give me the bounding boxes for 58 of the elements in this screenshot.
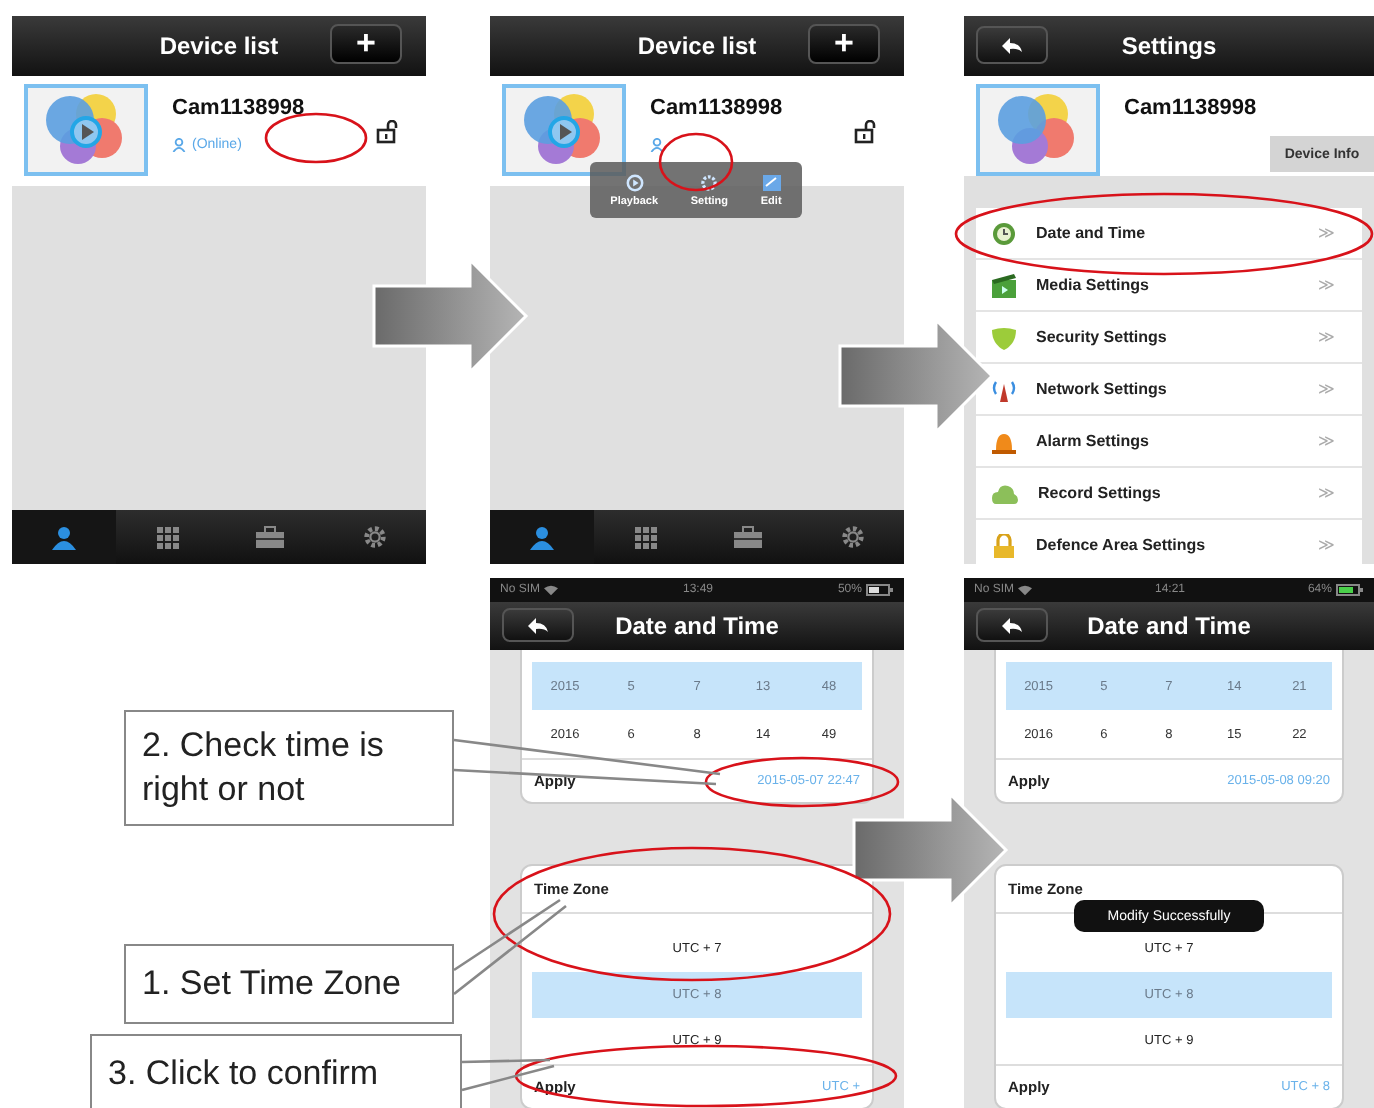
person-icon — [529, 525, 554, 549]
chevron-icon: ≫ — [1318, 328, 1334, 346]
chevron-icon: ≫ — [1318, 276, 1334, 294]
add-button[interactable]: + — [808, 24, 880, 64]
settings-icon — [361, 524, 388, 550]
add-button[interactable]: + — [330, 24, 402, 64]
device-name: Cam1138998 — [1124, 96, 1257, 120]
wifi-icon — [544, 584, 559, 596]
back-arrow-icon — [1002, 617, 1022, 633]
battery-icon — [1335, 584, 1364, 596]
chevron-icon: ≫ — [1318, 484, 1334, 502]
grid-icon — [633, 525, 658, 549]
edit-icon — [761, 173, 782, 191]
screen-title: Device list — [159, 32, 279, 60]
lock-icon — [992, 533, 1016, 557]
screen-title: Settings — [1121, 32, 1217, 60]
antenna-icon — [992, 377, 1016, 401]
grid-icon — [155, 525, 180, 549]
back-button[interactable] — [502, 608, 574, 642]
chevron-icon: ≫ — [1318, 536, 1334, 554]
gear-icon — [700, 173, 719, 191]
bell-icon — [992, 429, 1016, 453]
settings-icon — [839, 524, 866, 550]
chevron-icon: ≫ — [1318, 432, 1334, 450]
back-button[interactable] — [976, 608, 1048, 642]
wifi-icon — [1018, 584, 1033, 596]
person-icon — [650, 138, 664, 152]
person-icon — [51, 525, 76, 549]
film-icon — [992, 273, 1016, 297]
toolbox-icon — [256, 526, 285, 548]
unlock-icon — [376, 120, 398, 144]
device-name: Cam1138998 — [172, 96, 305, 120]
play-icon — [625, 173, 644, 191]
highlight-ellipse — [264, 112, 368, 164]
callout-label: 2. Check time is right or not — [124, 710, 454, 826]
person-icon — [172, 138, 186, 152]
chevron-icon: ≫ — [1318, 224, 1334, 242]
highlight-ellipse — [658, 132, 734, 192]
screen-title: Date and Time — [1087, 612, 1251, 640]
unlock-icon — [854, 120, 876, 144]
toolbox-icon — [734, 526, 763, 548]
tab-button[interactable] — [12, 510, 116, 564]
chevron-icon: ≫ — [1318, 380, 1334, 398]
battery-icon — [865, 584, 894, 596]
device-name: Cam1138998 — [650, 96, 783, 120]
settings-item[interactable]: Date and Time ≫ — [976, 208, 1362, 260]
clock-icon — [992, 221, 1016, 245]
back-button[interactable] — [976, 26, 1048, 64]
callout-label: 1. Set Time Zone — [124, 944, 454, 1024]
tab-button[interactable] — [490, 510, 594, 564]
callout-label: 3. Click to confirm — [90, 1034, 462, 1108]
screen-title: Device list — [637, 32, 757, 60]
shield-icon — [992, 325, 1016, 349]
leader-line — [452, 898, 568, 996]
back-arrow-icon — [528, 617, 548, 633]
screen-title: Date and Time — [615, 612, 779, 640]
cloud-icon — [992, 483, 1018, 503]
back-arrow-icon — [1002, 37, 1022, 53]
